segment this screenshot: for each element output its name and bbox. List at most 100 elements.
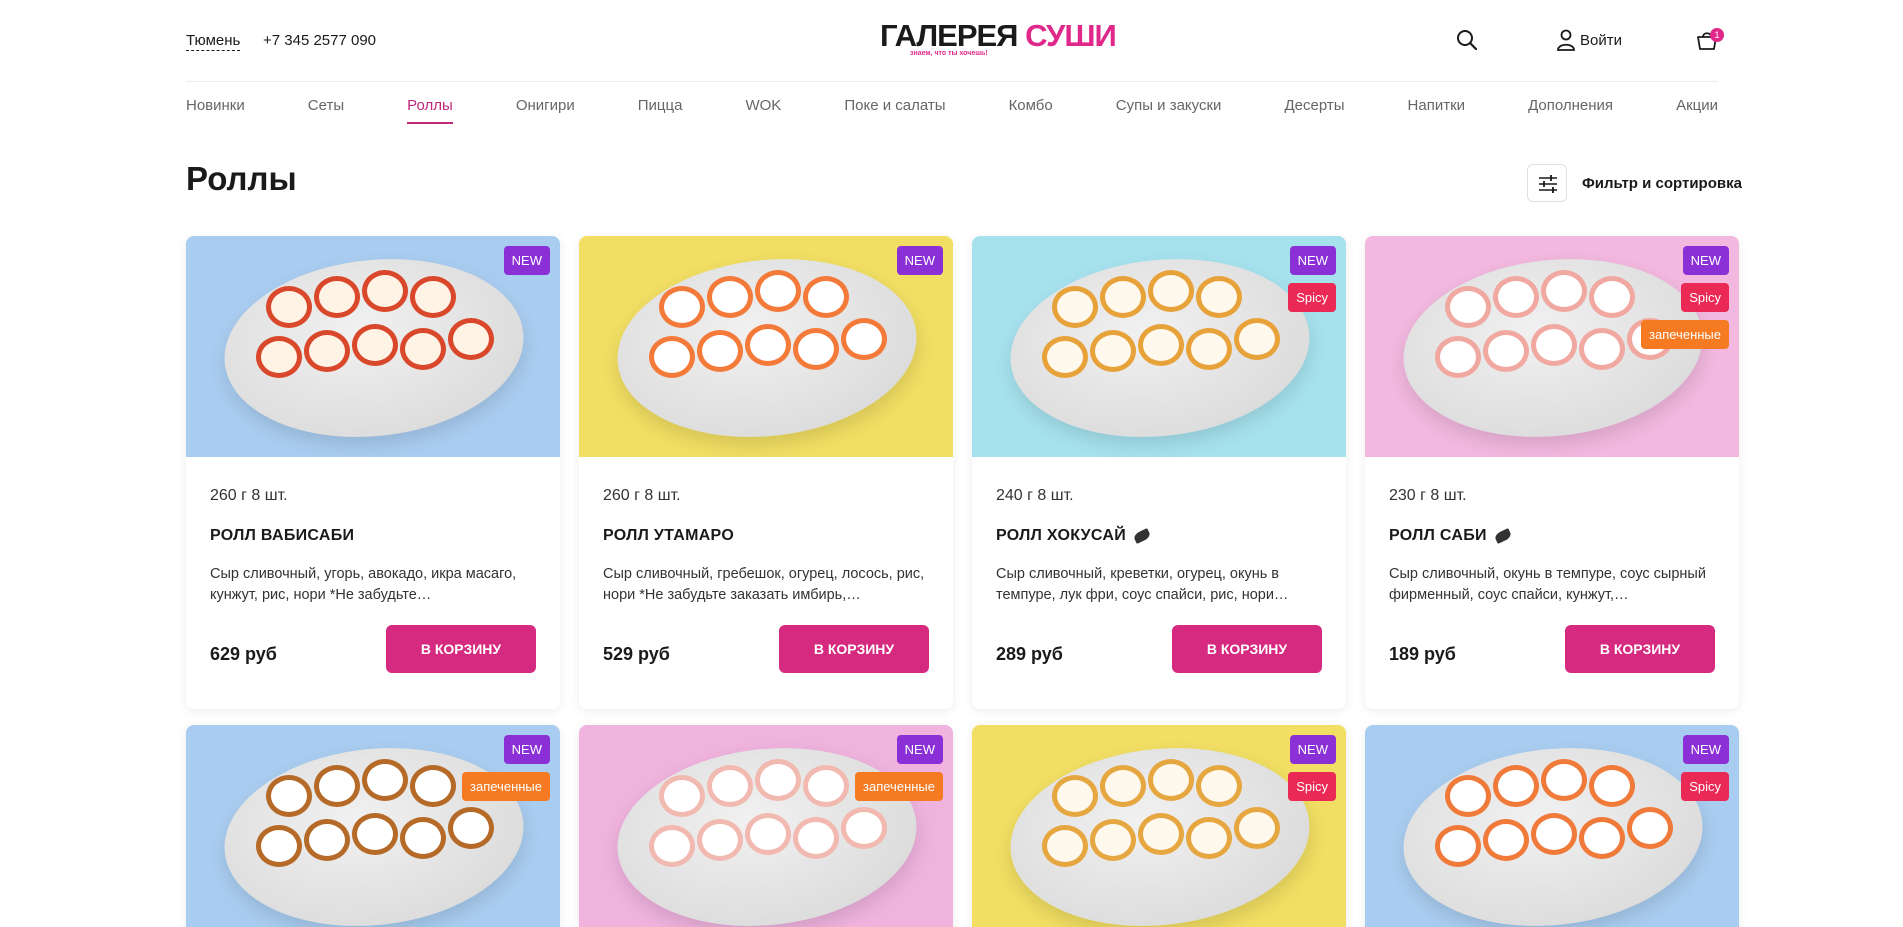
logo[interactable]: ГАЛЕРЕЯ СУШИ знаем, что ты хочешь! [880, 18, 1117, 62]
product-card[interactable]: NEW Spicy запеченные 230 г 8 шт. РОЛЛ САБИ Сы… [1365, 236, 1739, 709]
login-link[interactable]: Войти [1580, 32, 1622, 49]
city-selector[interactable]: Тюмень [186, 32, 241, 51]
nav-item[interactable]: WOK [745, 82, 781, 130]
sushi-roll [1138, 813, 1184, 855]
product-description: Сыр сливочный, окунь в темпуре, соус сыр… [1389, 566, 1706, 603]
add-to-cart-button[interactable]: В КОРЗИНУ [779, 625, 929, 673]
sushi-roll [697, 819, 743, 861]
sushi-roll [707, 765, 753, 807]
sushi-roll [1579, 817, 1625, 859]
sushi-roll [1541, 270, 1587, 312]
product-image[interactable]: NEW [579, 236, 953, 457]
product-card[interactable]: NEW 260 г 8 шт. РОЛЛ УТАМАРО Сыр сливочный,… [579, 236, 953, 709]
sushi-roll [649, 825, 695, 867]
tag-new: NEW [896, 735, 943, 764]
product-image[interactable]: NEW Spicy запеченные [1365, 236, 1739, 457]
logo-text: ГАЛЕРЕЯ СУШИ [880, 18, 1117, 53]
product-info: 240 г 8 шт. РОЛЛ ХОКУСАЙ Сыр сливочный, кр… [972, 457, 1346, 705]
sushi-roll [755, 270, 801, 312]
nav-item[interactable]: Десерты [1284, 82, 1344, 130]
product-card[interactable]: NEW запеченные [186, 725, 560, 927]
nav-item[interactable]: Сеты [308, 82, 344, 130]
tag-new: NEW [1682, 735, 1729, 764]
tag-new: NEW [1682, 246, 1729, 275]
filter-label[interactable]: Фильтр и сортировка [1582, 175, 1742, 192]
chili-pepper-icon [1493, 527, 1513, 544]
sushi-roll [448, 807, 494, 849]
sushi-roll [1589, 765, 1635, 807]
tag-new: NEW [503, 735, 550, 764]
product-name-text: РОЛЛ ВАБИСАБИ [210, 527, 355, 544]
product-image[interactable]: NEW Spicy [972, 236, 1346, 457]
sushi-roll [304, 330, 350, 372]
sushi-roll [1042, 825, 1088, 867]
product-info: 260 г 8 шт. РОЛЛ ВАБИСАБИ Сыр сливочный, у… [186, 457, 560, 705]
tag-new: NEW [503, 246, 550, 275]
product-name[interactable]: РОЛЛ ВАБИСАБИ [210, 527, 354, 545]
product-name-text: РОЛЛ ХОКУСАЙ [996, 527, 1127, 544]
product-image[interactable]: NEW Spicy [972, 725, 1346, 927]
phone-link[interactable]: +7 345 2577 090 [263, 32, 376, 49]
product-card[interactable]: NEW запеченные [579, 725, 953, 927]
product-price: 629 руб [210, 644, 277, 664]
product-image[interactable]: NEW Spicy [1365, 725, 1739, 927]
sushi-roll [448, 318, 494, 360]
nav-item[interactable]: Поке и салаты [844, 82, 945, 130]
user-icon[interactable] [1554, 28, 1578, 52]
add-to-cart-button[interactable]: В КОРЗИНУ [1172, 625, 1322, 673]
sushi-roll [707, 276, 753, 318]
filter-button[interactable] [1527, 164, 1567, 202]
badge-group: NEW [896, 246, 943, 275]
product-description: Сыр сливочный, креветки, огурец, окунь в… [996, 566, 1289, 603]
badge-group: NEW Spicy запеченные [1641, 246, 1729, 349]
sushi-roll [793, 817, 839, 859]
product-card[interactable]: NEW 260 г 8 шт. РОЛЛ ВАБИСАБИ Сыр сливочный… [186, 236, 560, 709]
sushi-roll [1196, 276, 1242, 318]
nav-item[interactable]: Роллы [407, 82, 453, 130]
sushi-roll [362, 270, 408, 312]
nav-item[interactable]: Онигири [516, 82, 575, 130]
sushi-roll [314, 276, 360, 318]
sushi-roll [1052, 286, 1098, 328]
nav-item[interactable]: Комбо [1009, 82, 1053, 130]
nav-item[interactable]: Новинки [186, 82, 245, 130]
nav-item[interactable]: Супы и закуски [1116, 82, 1222, 130]
nav-item[interactable]: Акции [1676, 82, 1718, 130]
sushi-roll [1196, 765, 1242, 807]
sushi-roll [1186, 328, 1232, 370]
tag-spicy: Spicy [1288, 772, 1336, 801]
product-image[interactable]: NEW [186, 236, 560, 457]
product-card[interactable]: NEW Spicy [972, 725, 1346, 927]
page-title: Роллы [186, 160, 297, 197]
sushi-roll [1493, 276, 1539, 318]
product-weight: 230 г 8 шт. [1389, 487, 1467, 504]
sushi-roll [304, 819, 350, 861]
product-info: 260 г 8 шт. РОЛЛ УТАМАРО Сыр сливочный, гр… [579, 457, 953, 705]
search-icon[interactable] [1455, 28, 1479, 52]
product-card[interactable]: NEW Spicy [1365, 725, 1739, 927]
sushi-roll [1483, 819, 1529, 861]
sushi-roll [256, 336, 302, 378]
badge-group: NEW [503, 246, 550, 275]
nav-item[interactable]: Дополнения [1528, 82, 1613, 130]
sushi-roll [400, 328, 446, 370]
product-name[interactable]: РОЛЛ ХОКУСАЙ [996, 527, 1152, 545]
product-card[interactable]: NEW Spicy 240 г 8 шт. РОЛЛ ХОКУСАЙ Сыр сливо… [972, 236, 1346, 709]
product-image[interactable]: NEW запеченные [186, 725, 560, 927]
product-image[interactable]: NEW запеченные [579, 725, 953, 927]
sushi-roll [314, 765, 360, 807]
product-name[interactable]: РОЛЛ УТАМАРО [603, 527, 734, 545]
sliders-icon [1539, 175, 1557, 193]
badge-group: NEW Spicy [1681, 735, 1729, 801]
sushi-roll [352, 324, 398, 366]
sushi-roll [803, 765, 849, 807]
sushi-roll [1445, 775, 1491, 817]
add-to-cart-button[interactable]: В КОРЗИНУ [1565, 625, 1715, 673]
badge-group: NEW запеченные [462, 735, 550, 801]
nav-item[interactable]: Пицца [638, 82, 683, 130]
sushi-roll [697, 330, 743, 372]
nav-item[interactable]: Напитки [1408, 82, 1466, 130]
sushi-roll [1579, 328, 1625, 370]
add-to-cart-button[interactable]: В КОРЗИНУ [386, 625, 536, 673]
product-name[interactable]: РОЛЛ САБИ [1389, 527, 1513, 545]
